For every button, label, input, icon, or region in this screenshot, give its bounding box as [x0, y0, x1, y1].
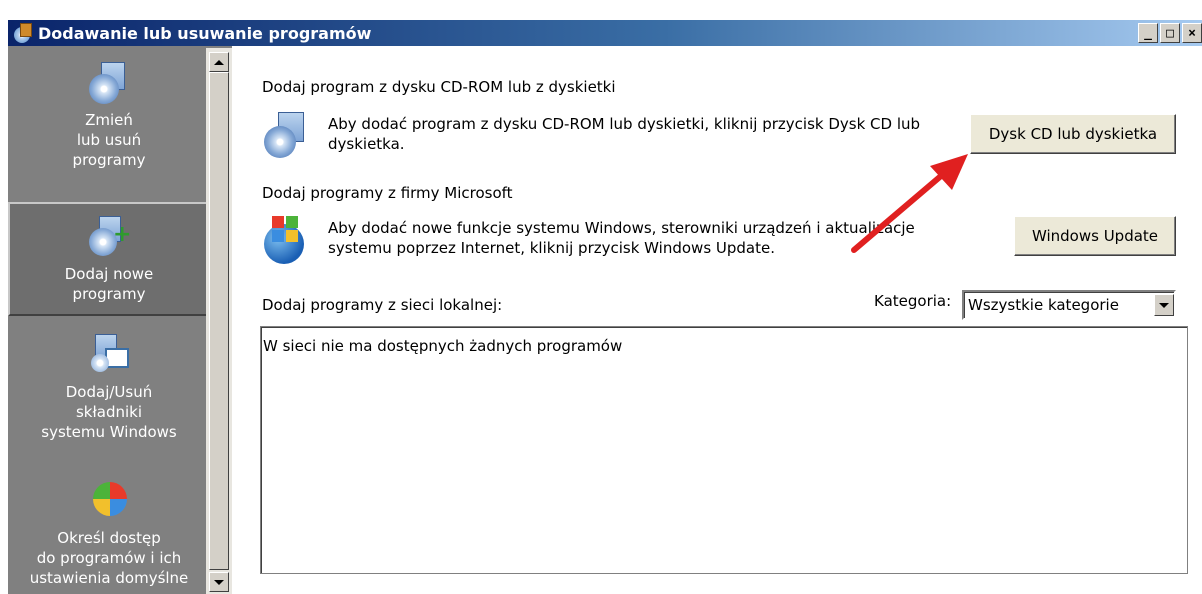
maximize-button[interactable]: □	[1160, 23, 1180, 43]
minimize-button[interactable]: _	[1138, 23, 1158, 43]
cd-section-description: Aby dodać program z dysku CD-ROM lub dys…	[328, 114, 920, 154]
cd-desc-line: Aby dodać program z dysku CD-ROM lub dys…	[328, 115, 921, 133]
sidebar-item-windows-components[interactable]: Dodaj/Usuń składniki systemu Windows	[8, 328, 210, 468]
sidebar-item-label: programy	[72, 285, 146, 303]
microsoft-desc-line: systemu poprzez Internet, kliknij przyci…	[328, 239, 775, 257]
scroll-up-button[interactable]	[209, 52, 229, 72]
sidebar-item-label: systemu Windows	[41, 423, 177, 441]
arrow-down-icon	[214, 579, 224, 585]
sidebar: Zmień lub usuń programy + Dodaj nowe pro…	[8, 46, 232, 594]
dropdown-arrow-button[interactable]	[1154, 294, 1174, 316]
sidebar-item-label: Określ dostęp	[57, 529, 161, 547]
sidebar-scrollbar[interactable]	[206, 48, 232, 594]
sidebar-item-label: Dodaj/Usuń	[65, 383, 153, 401]
sidebar-item-add-new[interactable]: + Dodaj nowe programy	[8, 202, 210, 316]
sidebar-item-label: lub usuń	[76, 131, 142, 149]
program-access-icon	[87, 478, 131, 522]
scroll-thumb[interactable]	[209, 72, 229, 570]
window-title: Dodawanie lub usuwanie programów	[38, 23, 372, 43]
sidebar-item-label: składniki	[75, 403, 142, 421]
sidebar-item-label: ustawienia domyślne	[29, 569, 189, 587]
sidebar-item-label: do programów i ich	[36, 549, 182, 567]
scroll-down-button[interactable]	[209, 572, 229, 592]
sidebar-item-label: programy	[72, 151, 146, 169]
sidebar-item-label: Zmień	[85, 111, 133, 129]
category-label: Kategoria:	[874, 292, 952, 310]
microsoft-section-description: Aby dodać nowe funkcje systemu Windows, …	[328, 218, 915, 258]
close-button[interactable]: ×	[1182, 23, 1202, 43]
title-bar: Dodawanie lub usuwanie programów _ □ ×	[8, 20, 1202, 46]
network-programs-list[interactable]: W sieci nie ma dostępnych żadnych progra…	[260, 326, 1188, 574]
microsoft-desc-line: Aby dodać nowe funkcje systemu Windows, …	[328, 219, 915, 237]
windows-update-icon	[262, 214, 310, 264]
cd-install-icon	[262, 110, 310, 158]
cd-desc-line: dyskietka.	[328, 135, 405, 153]
sidebar-item-program-access[interactable]: Określ dostęp do programów i ich ustawie…	[8, 474, 210, 594]
chevron-down-icon	[1159, 302, 1169, 308]
cd-box-icon	[87, 60, 131, 104]
network-section-title: Dodaj programy z sieci lokalnej:	[262, 296, 503, 314]
category-select[interactable]: Wszystkie kategorie	[962, 290, 1176, 320]
annotation-arrow-icon	[851, 154, 968, 253]
empty-list-message: W sieci nie ma dostępnych żadnych progra…	[263, 337, 623, 355]
arrow-up-icon	[214, 59, 224, 65]
cd-section-title: Dodaj program z dysku CD-ROM lub z dyski…	[262, 78, 616, 96]
add-remove-programs-icon	[12, 23, 32, 43]
sidebar-item-change-remove[interactable]: Zmień lub usuń programy	[8, 52, 210, 202]
windows-update-button[interactable]: Windows Update	[1014, 216, 1176, 256]
cd-floppy-button[interactable]: Dysk CD lub dyskietka	[970, 114, 1176, 154]
microsoft-section-title: Dodaj programy z firmy Microsoft	[262, 184, 513, 202]
windows-components-icon	[87, 332, 131, 376]
sidebar-item-label: Dodaj nowe	[64, 265, 154, 283]
category-select-value: Wszystkie kategorie	[968, 296, 1119, 314]
cd-add-icon: +	[87, 214, 131, 258]
